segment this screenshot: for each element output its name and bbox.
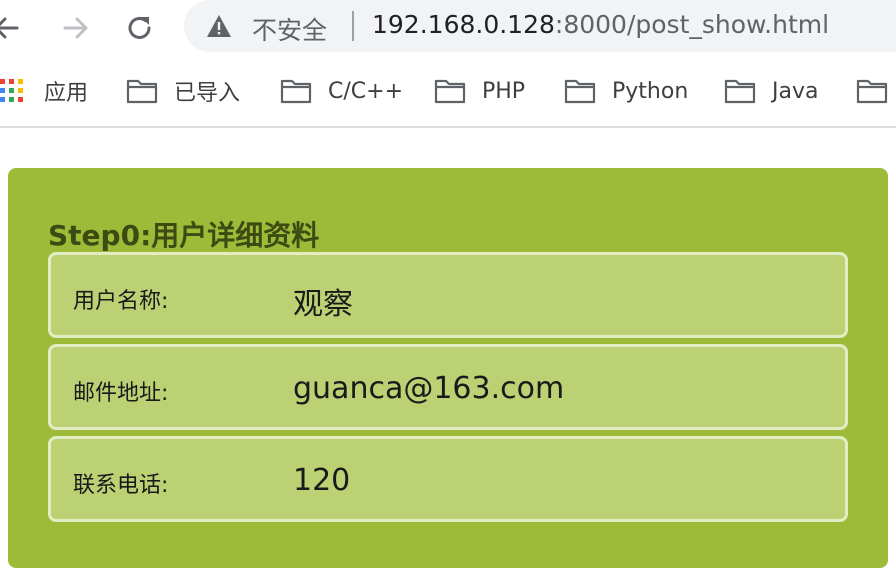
detail-row-phone: 联系电话: 120 (48, 436, 848, 522)
folder-icon (434, 79, 466, 104)
bookmarks-bar: 应用 已导入 C/C++ PHP Python Java (0, 66, 896, 114)
url-host: 192.168.0.128 (372, 10, 555, 39)
user-detail-panel: Step0:用户详细资料 用户名称: 观察 邮件地址: guanca@163.c… (8, 168, 888, 568)
bookmark-label: 应用 (44, 81, 89, 106)
bookmark-label: C/C++ (328, 78, 404, 104)
bookmark-label: PHP (482, 78, 526, 104)
folder-icon (856, 79, 888, 104)
folder-icon (280, 79, 312, 104)
row-value: 观察 (293, 287, 353, 322)
bookmark-folder-imported[interactable]: 已导入 (126, 76, 240, 106)
address-divider (352, 11, 354, 41)
address-bar[interactable]: 不安全 192.168.0.128:8000/post_show.html (184, 0, 896, 52)
apps-grid-icon (0, 79, 23, 102)
folder-icon (724, 79, 756, 104)
url-text[interactable]: 192.168.0.128:8000/post_show.html (372, 10, 829, 39)
panel-title: Step0:用户详细资料 (48, 219, 320, 252)
bookmark-label: Python (612, 78, 689, 104)
row-label: 邮件地址: (73, 381, 169, 406)
reload-button[interactable] (120, 8, 160, 48)
toolbar-divider (0, 126, 896, 128)
forward-button[interactable] (56, 8, 96, 48)
bookmark-folder-php[interactable]: PHP (434, 76, 525, 106)
row-label: 联系电话: (73, 473, 169, 498)
security-status-label[interactable]: 不安全 (252, 11, 327, 47)
back-button[interactable] (0, 8, 26, 48)
row-value: guanca@163.com (293, 371, 565, 406)
reload-icon (128, 17, 151, 39)
bookmark-apps[interactable]: 应用 (0, 76, 88, 106)
row-label: 用户名称: (73, 289, 169, 314)
detail-row-username: 用户名称: 观察 (48, 252, 848, 338)
bookmark-folder-more[interactable] (856, 76, 896, 106)
detail-row-email: 邮件地址: guanca@163.com (48, 344, 848, 430)
bookmark-label: 已导入 (174, 81, 241, 106)
folder-icon (126, 79, 158, 104)
url-path: :8000/post_show.html (554, 10, 830, 39)
warning-triangle-icon[interactable] (206, 14, 232, 38)
folder-icon (564, 79, 596, 104)
row-value: 120 (293, 463, 351, 498)
bookmark-folder-java[interactable]: Java (724, 76, 818, 106)
arrow-right-icon (63, 17, 88, 39)
arrow-left-icon (0, 17, 19, 39)
bookmark-folder-cpp[interactable]: C/C++ (280, 76, 403, 106)
bookmark-label: Java (772, 78, 819, 104)
browser-toolbar: 不安全 192.168.0.128:8000/post_show.html (0, 0, 896, 56)
bookmark-folder-python[interactable]: Python (564, 76, 688, 106)
